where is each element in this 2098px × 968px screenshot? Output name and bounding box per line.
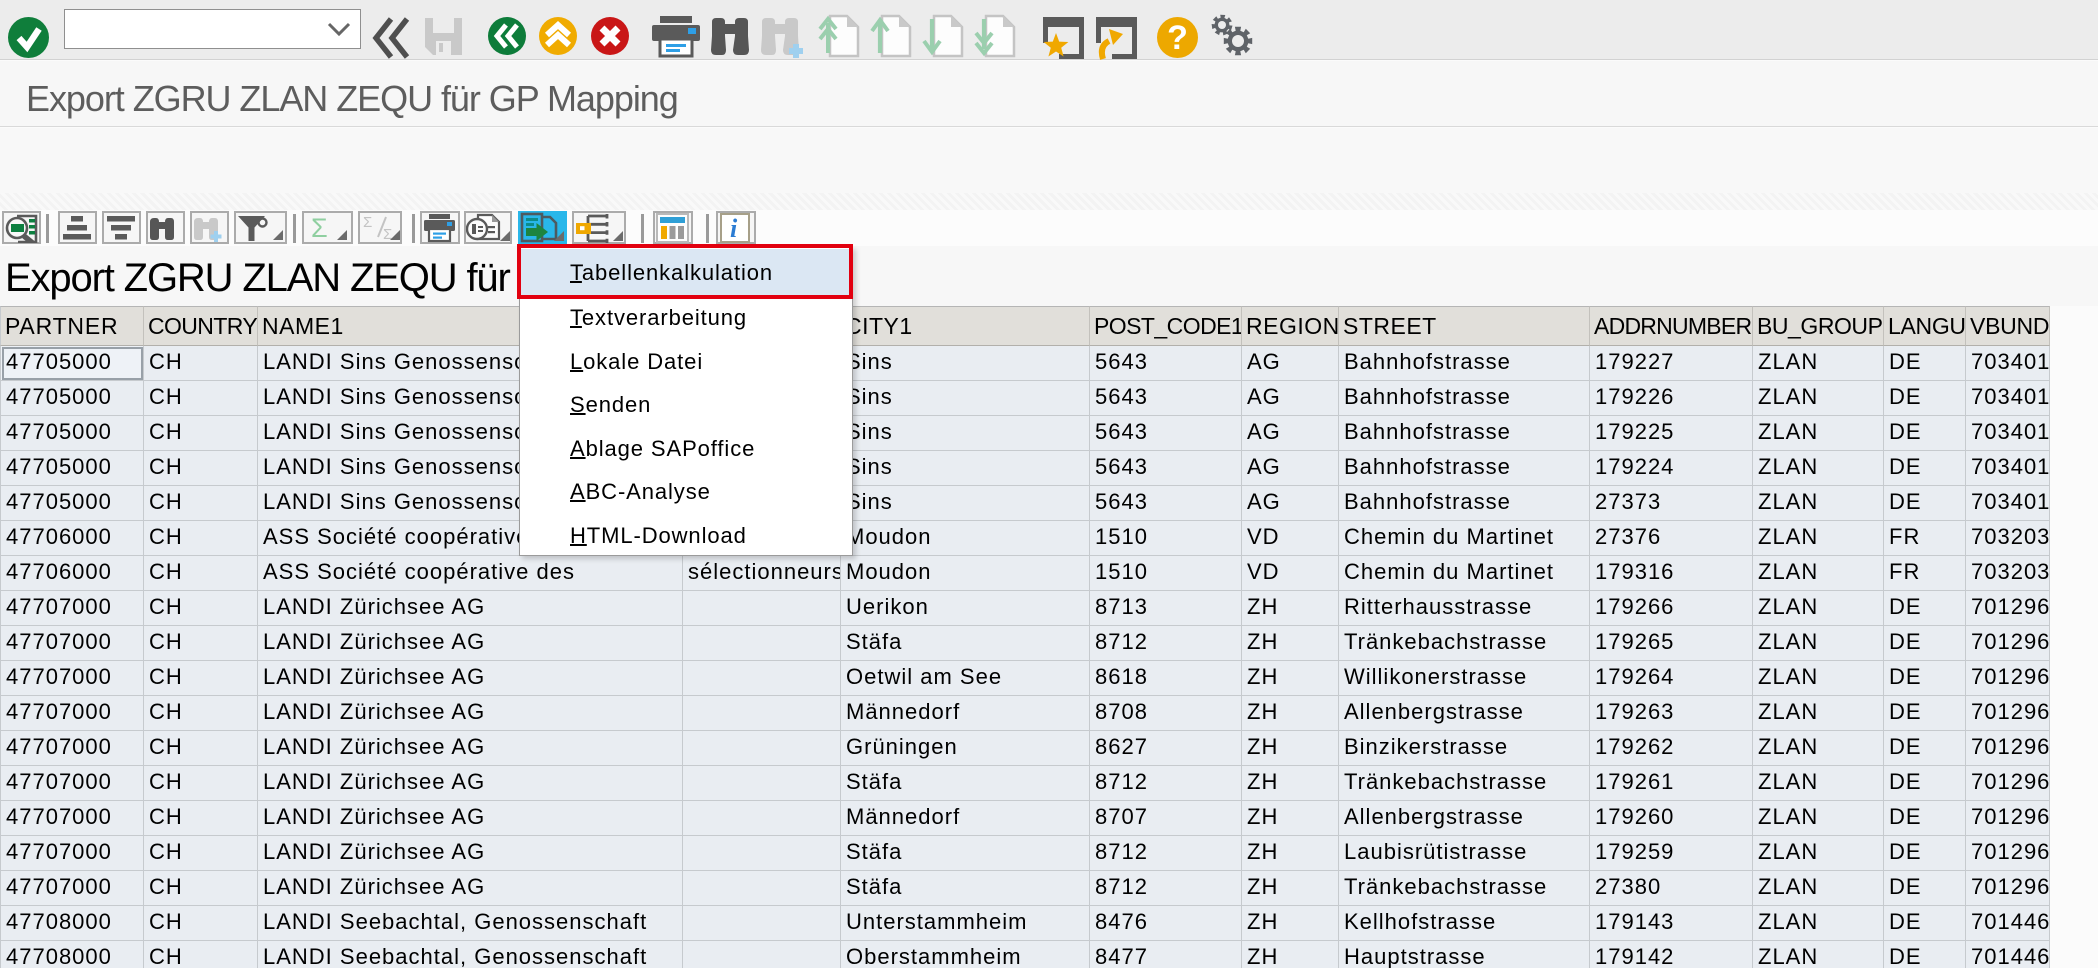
svg-text:i: i bbox=[730, 214, 738, 243]
svg-text:Σ: Σ bbox=[311, 213, 328, 242]
svg-text:Σ: Σ bbox=[363, 214, 372, 231]
